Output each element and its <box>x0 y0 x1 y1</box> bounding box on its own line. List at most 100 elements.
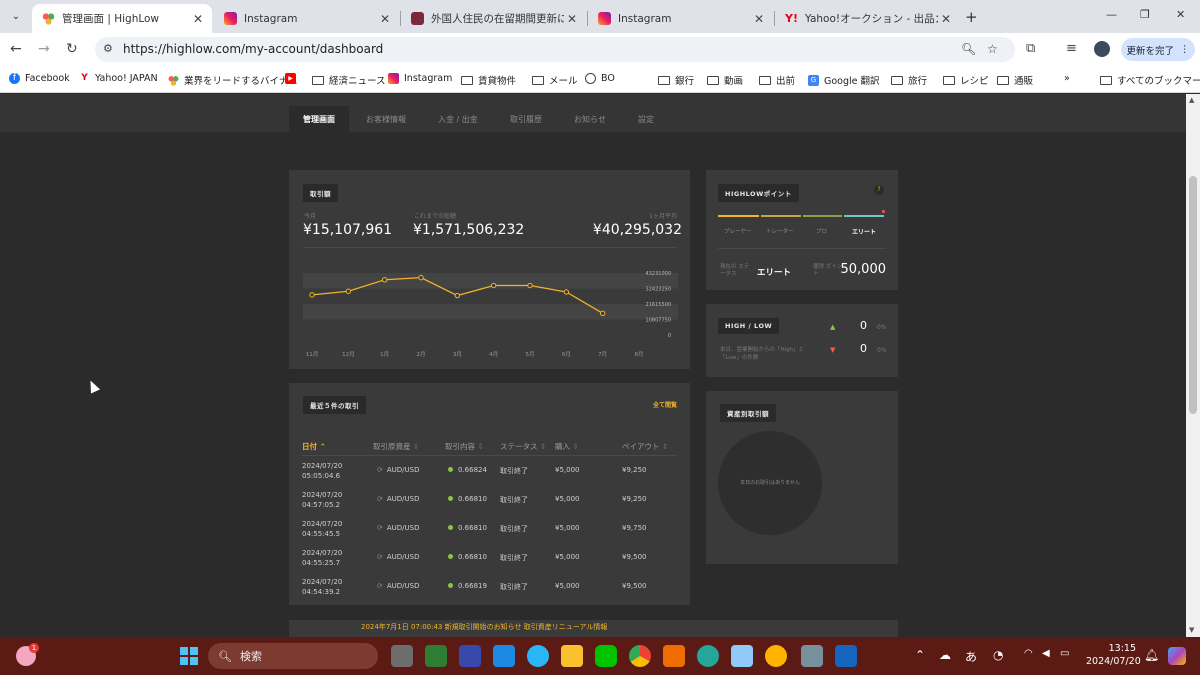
minimize-button[interactable]: — <box>1106 8 1117 21</box>
outlook-app-icon[interactable] <box>835 645 857 667</box>
tab-highlow[interactable]: 管理画面 | HighLow ✕ <box>32 4 212 33</box>
toolbox-app-icon[interactable] <box>663 645 685 667</box>
site-info-icon[interactable]: ⚙ <box>103 42 113 55</box>
header-payout[interactable]: ペイアウト ⇕ <box>622 441 668 452</box>
table-row[interactable]: 2024/07/20 04:57:05.2 ⟳ AUD/USD 0.66810 取引… <box>289 490 689 519</box>
x-tick-label: 11月 <box>306 351 319 358</box>
bookmark-folder-delivery[interactable]: 出前 <box>759 73 795 87</box>
forward-button[interactable]: → <box>38 41 50 57</box>
bookmark-folder-economy[interactable]: 経済ニュース <box>312 73 386 87</box>
close-tab-icon[interactable]: ✕ <box>190 12 206 26</box>
bookmark-folder-recipe[interactable]: レシピ <box>943 73 989 87</box>
bookmarks-overflow-icon[interactable]: » <box>1064 73 1070 84</box>
task-view-icon[interactable] <box>391 645 413 667</box>
new-tab-button[interactable]: + <box>965 8 978 26</box>
volume-icon[interactable]: ◀ <box>1042 648 1050 659</box>
line-app-icon[interactable] <box>595 645 617 667</box>
chrome-app-icon[interactable] <box>629 645 651 667</box>
bookmark-folder-travel[interactable]: 旅行 <box>891 73 927 87</box>
stocks-app-icon[interactable] <box>425 645 447 667</box>
copilot-icon[interactable] <box>1168 647 1186 665</box>
scroll-up-icon[interactable]: ▲ <box>1189 96 1194 104</box>
bookmark-folder-shopping[interactable]: 通販 <box>997 73 1033 87</box>
bookmark-folder-bank[interactable]: 銀行 <box>658 73 694 87</box>
table-row[interactable]: 2024/07/20 04:55:45.5 ⟳ AUD/USD 0.66810 取引… <box>289 519 689 548</box>
bookmark-star-icon[interactable]: ☆ <box>987 42 998 56</box>
table-row[interactable]: 2024/07/20 04:55:25.7 ⟳ AUD/USD 0.66810 取引… <box>289 548 689 577</box>
tab-title: 管理画面 | HighLow <box>62 13 160 25</box>
zoom-icon[interactable]: 🔍︎ <box>961 42 976 56</box>
bookmark-instagram[interactable]: Instagram <box>388 73 452 84</box>
bookmark-highlow[interactable]: 業界をリードするバイナ... <box>168 73 297 87</box>
subnav-notices[interactable]: お知らせ <box>560 106 620 132</box>
bookmark-folder-video[interactable]: 動画 <box>707 73 743 87</box>
tab-instagram-1[interactable]: Instagram ✕ <box>214 4 399 33</box>
taskbar-clock[interactable]: 13:15 2024/07/20 <box>1086 642 1141 668</box>
highlow-points-panel: HIGHLOWポイント ? ブレーヤー トレーダー プロ エリート 現在の ステ… <box>706 170 898 290</box>
update-button[interactable]: 更新を完了 ⋮ <box>1121 38 1195 61</box>
tray-overflow-icon[interactable]: ⌃ <box>915 648 925 662</box>
calendar-app-icon[interactable] <box>459 645 481 667</box>
ime-settings-icon[interactable]: ◔ <box>993 648 1003 662</box>
header-buy[interactable]: 購入 ⇕ <box>555 441 579 452</box>
windows-start-icon[interactable] <box>180 647 198 665</box>
bookmark-youtube[interactable]: ▶ <box>285 73 301 84</box>
yahoo-icon: Y <box>81 73 88 83</box>
all-bookmarks-folder[interactable]: すべてのブックマーク <box>1100 73 1200 87</box>
header-content[interactable]: 取引内容 ⇕ <box>445 441 484 452</box>
bookmark-yahoo[interactable]: Y Yahoo! JAPAN <box>79 73 157 84</box>
tab-yahoo-auction[interactable]: Y! Yahoo!オークション - 出品：商品 ✕ <box>775 4 960 33</box>
subnav-trade-history[interactable]: 取引履歴 <box>496 106 556 132</box>
bookmark-folder-rental[interactable]: 賃貸物件 <box>461 73 516 87</box>
url-text[interactable]: https://highlow.com/my-account/dashboard <box>123 42 383 56</box>
onedrive-icon[interactable]: ☁ <box>939 648 951 662</box>
subnav-customer-info[interactable]: お客様情報 <box>352 106 420 132</box>
subnav-settings[interactable]: 設定 <box>624 106 668 132</box>
media-control-icon[interactable]: ≡ <box>1066 41 1077 56</box>
header-date[interactable]: 日付 ⌃ <box>302 441 326 452</box>
close-window-button[interactable]: ✕ <box>1176 8 1185 21</box>
clock-app-icon[interactable] <box>765 645 787 667</box>
latest-notice[interactable]: 2024年7月1日 07:00:43 新規取引開始のお知らせ 取引資産リニューア… <box>361 622 607 632</box>
close-tab-icon[interactable]: ✕ <box>751 12 767 26</box>
telegram-app-icon[interactable] <box>527 645 549 667</box>
teamviewer-app-icon[interactable] <box>493 645 515 667</box>
close-tab-icon[interactable]: ✕ <box>564 12 580 26</box>
close-tab-icon[interactable]: ✕ <box>377 12 393 26</box>
restore-button[interactable]: ❐ <box>1140 8 1150 21</box>
bookmark-folder-mail[interactable]: メール <box>532 73 578 87</box>
reload-button[interactable]: ↻ <box>66 41 78 57</box>
currency-pair-icon: ⟳ <box>377 524 383 532</box>
bookmark-facebook[interactable]: f Facebook <box>9 73 70 84</box>
close-tab-icon[interactable]: ✕ <box>938 12 954 26</box>
tab-search-button[interactable]: ⌄ <box>6 6 26 26</box>
notification-bell-icon[interactable]: 🔔︎ <box>1144 648 1159 662</box>
taskbar-search[interactable]: 🔍︎ 検索 <box>208 643 378 669</box>
calculator-app-icon[interactable] <box>801 645 823 667</box>
back-button[interactable]: ← <box>10 41 22 57</box>
table-row[interactable]: 2024/07/20 04:54:39.2 ⟳ AUD/USD 0.66819 取引… <box>289 577 689 606</box>
wifi-icon[interactable]: ◠ <box>1024 648 1033 659</box>
tab-immigration[interactable]: 外国人住民の在留期間更新に伴 ✕ <box>401 4 586 33</box>
view-all-link[interactable]: 全て閲覧 <box>653 400 677 409</box>
file-explorer-icon[interactable] <box>561 645 583 667</box>
extensions-icon[interactable]: ⧉ <box>1026 41 1035 56</box>
header-asset[interactable]: 取引原資産 ⇕ <box>373 441 419 452</box>
tab-instagram-2[interactable]: Instagram ✕ <box>588 4 773 33</box>
table-row[interactable]: 2024/07/20 05:05:04.6 ⟳ AUD/USD 0.66824 取引… <box>289 461 689 490</box>
help-icon[interactable]: ? <box>874 185 884 195</box>
subnav-dashboard[interactable]: 管理画面 <box>289 106 349 132</box>
header-status[interactable]: ステータス ⇕ <box>500 441 546 452</box>
snipping-tool-icon[interactable] <box>731 645 753 667</box>
page-scrollbar[interactable]: ▲ ▼ <box>1186 94 1200 637</box>
bookmark-bo[interactable]: BO <box>585 73 615 84</box>
bookmark-google-translate[interactable]: G Google 翻訳 <box>808 73 880 87</box>
address-bar[interactable]: ⚙ https://highlow.com/my-account/dashboa… <box>95 37 1015 62</box>
subnav-deposit-withdraw[interactable]: 入金 / 出金 <box>424 106 492 132</box>
scroll-thumb[interactable] <box>1189 176 1197 414</box>
edge-app-icon[interactable] <box>697 645 719 667</box>
scroll-down-icon[interactable]: ▼ <box>1189 626 1194 634</box>
ime-mode[interactable]: あ <box>965 648 977 665</box>
profile-avatar[interactable] <box>1094 41 1110 57</box>
battery-icon[interactable]: ▭ <box>1060 648 1069 659</box>
